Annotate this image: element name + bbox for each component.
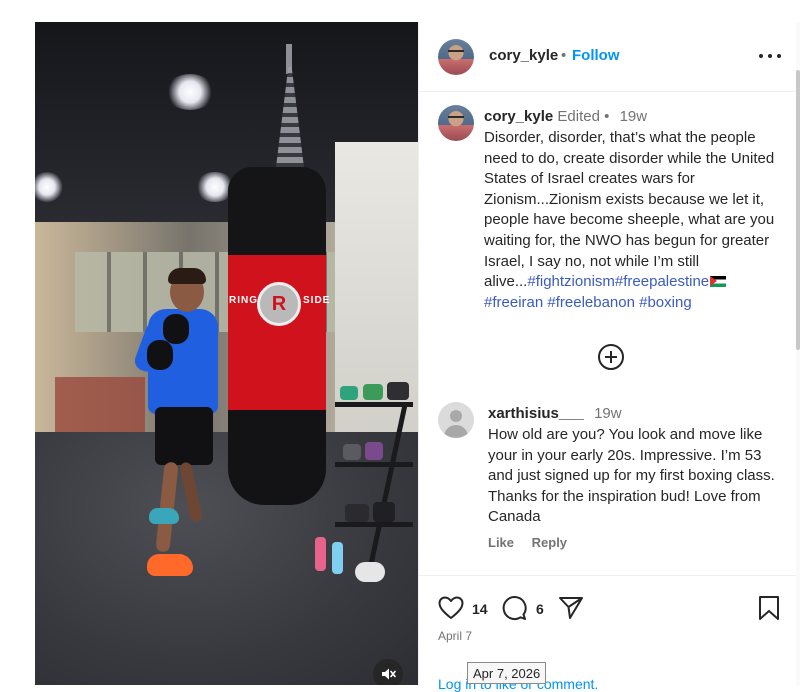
separator-dot: • (604, 108, 610, 125)
comment-count[interactable]: 6 (536, 601, 544, 617)
hashtag-link[interactable]: #boxing (639, 294, 692, 311)
post-header: cory_kyle • Follow (419, 22, 800, 92)
comment-username[interactable]: xarthisius___ (488, 405, 584, 422)
dumbbell-rack (335, 382, 413, 572)
hashtag-link[interactable]: #fightzionism (527, 273, 615, 290)
comment-bubble-icon[interactable] (501, 595, 527, 626)
kettlebell (355, 562, 385, 582)
comment-like-button[interactable]: Like (488, 535, 514, 550)
palestine-flag-icon (710, 276, 727, 288)
caption-time[interactable]: 19w (620, 108, 648, 125)
post-date[interactable]: April 7 (438, 629, 472, 643)
comment-reply-button[interactable]: Reply (532, 535, 567, 550)
more-options-icon[interactable] (759, 48, 781, 64)
bookmark-icon[interactable] (758, 595, 780, 626)
caption-text: Disorder, disorder, that’s what the peop… (484, 128, 784, 313)
caption-meta: cory_kyle Edited • 19w (484, 108, 647, 125)
edited-label: Edited (557, 108, 600, 125)
comment-time[interactable]: 19w (594, 405, 622, 422)
post-details-panel: cory_kyle • Follow cory_kyle Edited • 19… (418, 22, 800, 692)
speaker-muted-icon[interactable] (373, 659, 403, 685)
comment-meta: xarthisius___ 19w (488, 405, 622, 422)
water-bottle (332, 542, 343, 574)
date-tooltip: Apr 7, 2026 (467, 662, 547, 684)
author-avatar[interactable] (438, 39, 474, 75)
water-bottle (315, 537, 326, 571)
commenter-avatar[interactable] (438, 402, 474, 438)
left-margin (0, 0, 35, 685)
post-video[interactable]: R RING SIDE (35, 22, 418, 685)
like-count[interactable]: 14 (472, 601, 488, 617)
scrollbar-thumb[interactable] (796, 70, 800, 350)
boxing-glove (163, 314, 189, 344)
punching-bag-band (228, 255, 326, 410)
hashtag-link[interactable]: #freelebanon (547, 294, 635, 311)
boxer-shoe (147, 554, 193, 576)
comment-text: How old are you? You look and move like … (488, 426, 775, 526)
top-margin (0, 0, 800, 22)
hashtag-link[interactable]: #freepalestine (615, 273, 709, 290)
caption-username[interactable]: cory_kyle (484, 108, 553, 125)
bag-brand-logo: R (257, 282, 301, 326)
caption-author-avatar[interactable] (438, 105, 474, 141)
bag-brand-text: RING (229, 295, 258, 306)
punching-bag-top (228, 167, 326, 255)
bag-brand-text: SIDE (303, 295, 331, 306)
load-more-comments-icon[interactable] (598, 344, 624, 370)
boxing-glove (147, 340, 173, 370)
floor-mat (55, 377, 145, 432)
boxer-shoe (149, 508, 179, 524)
hashtag-link[interactable]: #freeiran (484, 294, 543, 311)
paper-plane-icon[interactable] (558, 596, 584, 625)
caption-body-text: Disorder, disorder, that’s what the peop… (484, 129, 775, 291)
boxer-shorts (155, 407, 213, 465)
follow-button[interactable]: Follow (572, 47, 620, 64)
punching-bag-bottom (228, 410, 326, 505)
comment-actions: Like Reply (488, 535, 581, 550)
author-username[interactable]: cory_kyle (489, 47, 558, 64)
boxer-hair (168, 268, 206, 284)
separator-dot: • (561, 47, 567, 64)
heart-icon[interactable] (438, 596, 464, 625)
ceiling-light (165, 74, 215, 110)
